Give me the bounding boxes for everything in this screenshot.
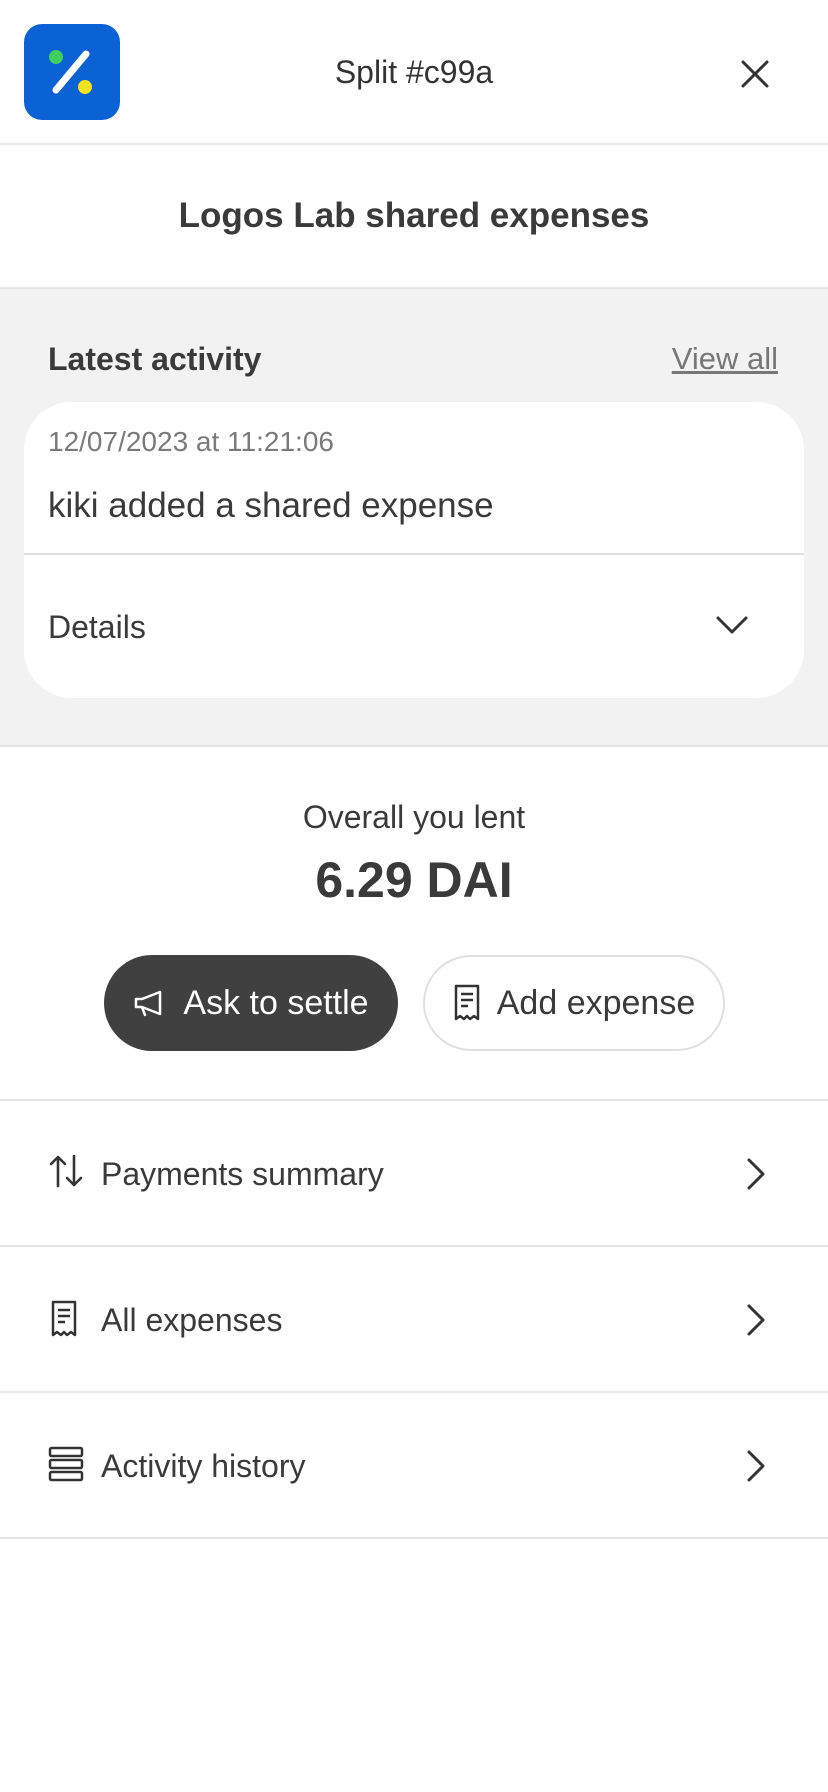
- chevron-down-icon: [716, 616, 748, 634]
- megaphone-icon: [133, 988, 167, 1018]
- chevron-right-icon: [747, 1158, 765, 1190]
- group-name-bar: Logos Lab shared expenses: [0, 145, 828, 289]
- balance-amount: 6.29 DAI: [315, 852, 513, 908]
- nav-label: Activity history: [101, 1448, 306, 1484]
- add-expense-button[interactable]: Add expense: [423, 955, 725, 1051]
- activity-description: kiki added a shared expense: [48, 486, 494, 525]
- view-all-link[interactable]: View all: [672, 339, 778, 379]
- nav-all-expenses[interactable]: All expenses: [0, 1247, 828, 1393]
- chevron-right-icon: [747, 1450, 765, 1482]
- page-title: Split #c99a: [334, 54, 494, 90]
- nav-label: All expenses: [101, 1302, 283, 1338]
- ask-to-settle-label: Ask to settle: [183, 983, 369, 1022]
- activity-timestamp: 12/07/2023 at 11:21:06: [48, 426, 334, 457]
- details-label: Details: [48, 609, 146, 645]
- top-header: Split #c99a: [0, 0, 828, 145]
- close-icon: [741, 60, 769, 88]
- receipt-icon: [51, 1300, 77, 1337]
- chevron-right-icon: [747, 1304, 765, 1336]
- add-expense-label: Add expense: [496, 983, 696, 1022]
- balance-label: Overall you lent: [302, 799, 526, 835]
- nav-activity-history[interactable]: Activity history: [0, 1393, 828, 1539]
- balance-section: Overall you lent 6.29 DAI Ask to settle: [0, 747, 828, 1101]
- nav-payments-summary[interactable]: Payments summary: [0, 1101, 828, 1247]
- ask-to-settle-button[interactable]: Ask to settle: [104, 955, 398, 1051]
- close-button[interactable]: [727, 46, 783, 102]
- stack-list-icon: [48, 1446, 84, 1482]
- activity-card: 12/07/2023 at 11:21:06 kiki added a shar…: [24, 402, 804, 698]
- split-screen: Split #c99a Logos Lab shared expenses La…: [0, 0, 828, 1792]
- arrows-up-down-icon: [49, 1154, 83, 1188]
- latest-activity-heading: Latest activity: [48, 341, 262, 377]
- nav-label: Payments summary: [101, 1156, 384, 1192]
- latest-activity-section: Latest activity View all 12/07/2023 at 1…: [0, 289, 828, 747]
- details-toggle[interactable]: Details: [24, 555, 804, 698]
- group-name: Logos Lab shared expenses: [178, 196, 650, 235]
- receipt-icon: [453, 984, 481, 1022]
